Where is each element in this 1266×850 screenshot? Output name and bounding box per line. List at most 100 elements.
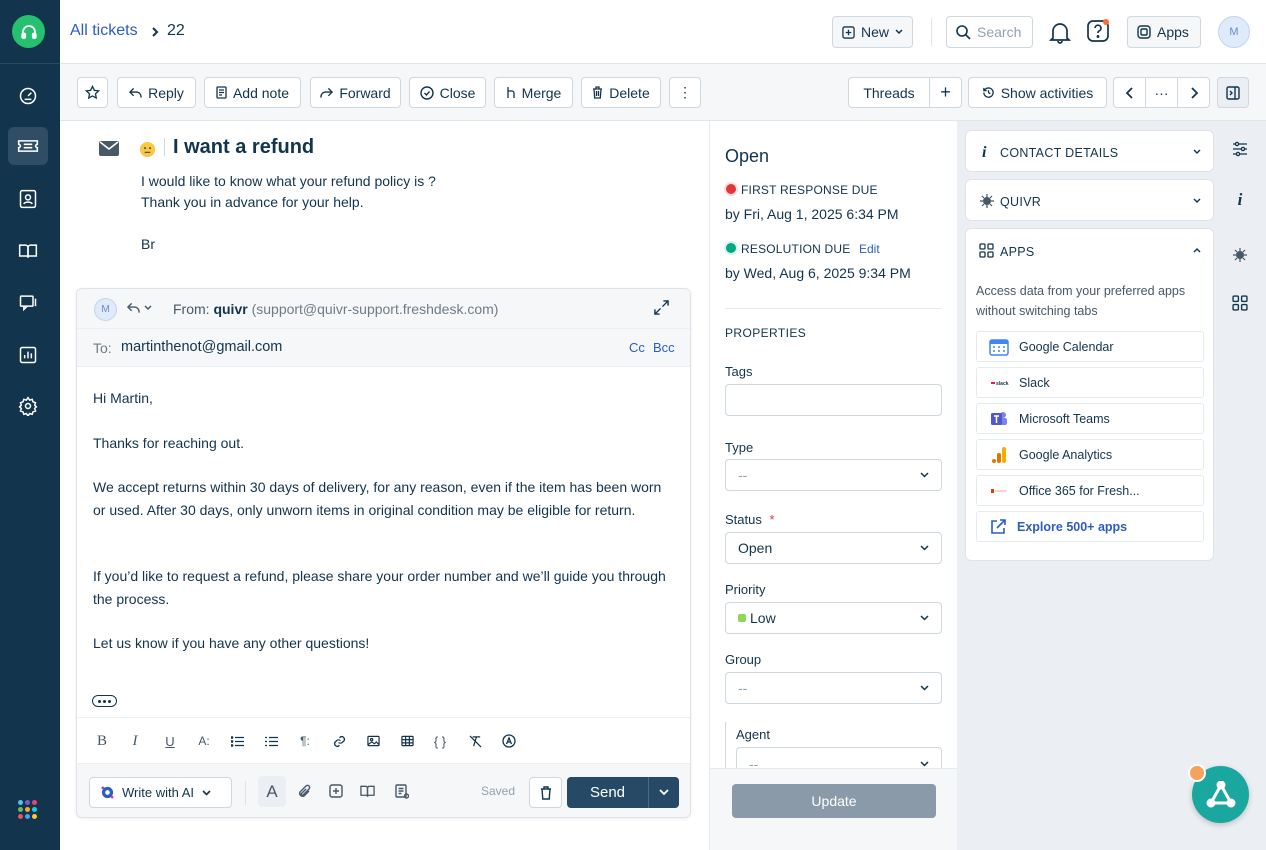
freddy-ai-icon — [101, 786, 114, 799]
app-office-365[interactable]: Office 365 for Fresh... — [976, 475, 1204, 506]
app-google-calendar[interactable]: Google Calendar — [976, 331, 1204, 362]
discard-draft-button[interactable] — [529, 777, 562, 808]
reply-paragraph: Hi Martin, — [93, 390, 153, 406]
user-avatar[interactable]: M — [1218, 16, 1250, 48]
history-icon — [982, 87, 994, 98]
help-icon[interactable] — [1086, 18, 1112, 44]
nav-tickets-icon[interactable] — [8, 127, 48, 165]
update-button[interactable]: Update — [732, 784, 936, 818]
tags-input[interactable] — [725, 384, 942, 416]
more-actions-button[interactable]: ⋮ — [669, 77, 701, 108]
reply-button[interactable]: Reply — [117, 77, 196, 108]
group-select[interactable]: -- — [725, 672, 942, 704]
ticket-pager-more-button[interactable]: ··· — [1145, 77, 1178, 108]
new-button[interactable]: New — [832, 16, 913, 48]
network-triangle-icon — [1206, 780, 1235, 807]
nav-reports-icon[interactable] — [8, 336, 48, 374]
previous-ticket-button[interactable] — [1113, 77, 1146, 108]
numbered-list-icon[interactable] — [227, 731, 247, 751]
edit-resolution-link[interactable]: Edit — [859, 242, 880, 256]
floating-assistant-button[interactable] — [1188, 764, 1249, 823]
bcc-link[interactable]: Bcc — [653, 340, 675, 355]
send-button[interactable]: Send — [567, 777, 648, 808]
agent-select[interactable]: -- — [736, 747, 942, 769]
status-value: Open — [738, 540, 773, 556]
image-icon[interactable] — [363, 731, 383, 751]
priority-value: Low — [750, 610, 776, 626]
forward-button[interactable]: Forward — [310, 77, 401, 108]
nav-knowledge-base-icon[interactable] — [8, 232, 48, 270]
ai-assist-icon[interactable] — [499, 731, 519, 751]
next-ticket-button[interactable] — [1177, 77, 1210, 108]
solution-article-icon[interactable] — [360, 784, 375, 798]
nav-contacts-icon[interactable] — [8, 180, 48, 218]
resolution-status-dot — [726, 243, 736, 253]
close-ticket-button[interactable]: Close — [409, 77, 486, 108]
write-with-ai-button[interactable]: Write with AI — [89, 777, 232, 808]
text-size-icon[interactable]: A: — [194, 731, 214, 751]
clear-format-icon[interactable] — [465, 731, 485, 751]
notifications-bell-icon[interactable] — [1049, 20, 1071, 44]
quivr-card[interactable]: QUIVR — [965, 179, 1214, 221]
show-activities-button[interactable]: Show activities — [968, 77, 1107, 108]
app-google-analytics[interactable]: Google Analytics — [976, 439, 1204, 470]
to-recipient[interactable]: martinthenot@gmail.com — [121, 339, 282, 355]
nav-settings-icon[interactable] — [8, 387, 48, 425]
add-note-button[interactable]: Add note — [204, 77, 301, 108]
contact-details-card[interactable]: i CONTACT DETAILS — [965, 130, 1214, 172]
expand-composer-icon[interactable] — [654, 300, 669, 315]
type-select[interactable]: -- — [725, 459, 942, 491]
quivr-rail-icon[interactable] — [1229, 244, 1251, 266]
app-microsoft-teams[interactable]: Microsoft Teams — [976, 403, 1204, 434]
app-label: Slack — [1019, 375, 1050, 390]
search-input[interactable]: Search — [946, 16, 1033, 48]
bold-icon[interactable]: B — [92, 731, 112, 751]
underline-icon[interactable]: U — [160, 731, 180, 751]
merge-button[interactable]: Merge — [494, 77, 573, 108]
show-quoted-text-icon[interactable] — [92, 695, 117, 707]
office-365-icon — [991, 488, 1007, 493]
ticket-toolbar: Reply Add note Forward Close Merge Delet… — [60, 64, 1266, 121]
toggle-sidebar-button[interactable] — [1217, 77, 1249, 108]
status-label-text: Status — [725, 512, 762, 527]
apps-card: APPS Access data from your preferred app… — [965, 228, 1214, 561]
nav-dashboard-icon[interactable] — [8, 77, 48, 115]
contact-info-icon[interactable]: i — [1229, 189, 1251, 211]
paragraph-icon[interactable]: ¶: — [295, 731, 315, 751]
apps-button[interactable]: Apps — [1127, 16, 1201, 48]
app-slack[interactable]: slack Slack — [976, 367, 1204, 398]
breadcrumb-all-tickets[interactable]: All tickets — [70, 22, 138, 40]
message-line: I would like to know what your refund po… — [141, 173, 436, 189]
code-icon[interactable]: { } — [430, 731, 450, 751]
reply-label: Reply — [148, 84, 184, 101]
italic-icon[interactable]: I — [125, 731, 145, 751]
from-line[interactable]: From: quivr (support@quivr-support.fresh… — [173, 301, 498, 317]
first-response-label: FIRST RESPONSE DUE — [741, 183, 878, 197]
explore-apps-link[interactable]: Explore 500+ apps — [976, 511, 1204, 542]
helpdesk-logo-icon[interactable] — [12, 15, 45, 48]
status-label: Status * — [725, 512, 775, 527]
link-icon[interactable] — [329, 731, 349, 751]
templates-icon[interactable] — [395, 784, 409, 799]
send-options-button[interactable] — [648, 777, 679, 808]
delete-button[interactable]: Delete — [581, 77, 661, 108]
cc-link[interactable]: Cc — [629, 340, 645, 355]
chevron-down-icon — [144, 305, 152, 311]
bullet-list-icon[interactable] — [261, 731, 281, 751]
status-select[interactable]: Open — [725, 532, 942, 564]
canned-response-icon[interactable] — [329, 784, 343, 798]
apps-card-header[interactable]: APPS — [966, 229, 1213, 271]
reply-type-dropdown[interactable] — [127, 302, 152, 314]
text-format-toggle-icon[interactable]: A — [258, 776, 286, 807]
add-thread-button[interactable]: + — [929, 77, 962, 108]
nav-conversations-icon[interactable] — [8, 283, 48, 321]
threads-button[interactable]: Threads — [848, 77, 930, 108]
table-icon[interactable] — [397, 731, 417, 751]
apps-rail-icon[interactable] — [1229, 292, 1251, 314]
app-switcher-icon[interactable] — [18, 800, 37, 819]
ticket-settings-sliders-icon[interactable] — [1229, 138, 1251, 160]
chevron-down-icon — [1193, 198, 1201, 203]
priority-select[interactable]: Low — [725, 602, 942, 634]
attachment-icon[interactable] — [297, 784, 311, 799]
star-button[interactable] — [77, 77, 108, 108]
